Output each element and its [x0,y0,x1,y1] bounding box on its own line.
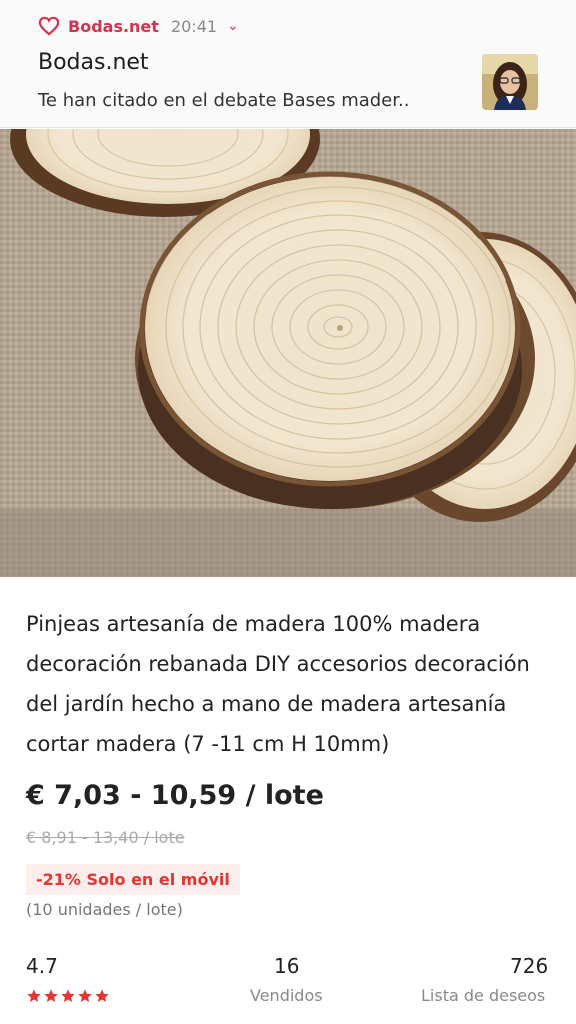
rating-value: 4.7 [26,954,58,978]
discount-badge: -21% Solo en el móvil [26,864,240,895]
star-icon [78,989,92,1002]
notification-header: Bodas.net 20:41 ⌄ [38,14,239,38]
rating-stars [26,988,111,1004]
wishlist-count[interactable]: 726 [510,954,548,978]
heart-outline-icon [38,16,60,36]
product-image[interactable] [0,129,576,577]
avatar [482,54,538,110]
star-icon [95,989,109,1002]
notification-banner[interactable]: Bodas.net 20:41 ⌄ Bodas.net Te han citad… [0,0,576,128]
star-icon [27,989,41,1002]
wishlist-label[interactable]: Lista de deseos [421,986,545,1005]
original-price: € 8,91 - 13,40 / lote [26,828,185,847]
sold-label: Vendidos [250,986,323,1005]
star-icon [61,989,75,1002]
star-icon [44,989,58,1002]
notification-title: Bodas.net [38,50,149,75]
notification-text: Te han citado en el debate Bases mader.. [38,90,410,111]
notification-app-name: Bodas.net [68,16,159,36]
notification-time: 20:41 [170,16,218,36]
units-per-lot: (10 unidades / lote) [26,900,183,919]
chevron-down-icon[interactable]: ⌄ [227,18,239,34]
product-price: € 7,03 - 10,59 / lote [26,780,324,811]
sold-count: 16 [274,954,300,978]
product-title: Pinjeas artesanía de madera 100% madera … [26,612,530,756]
